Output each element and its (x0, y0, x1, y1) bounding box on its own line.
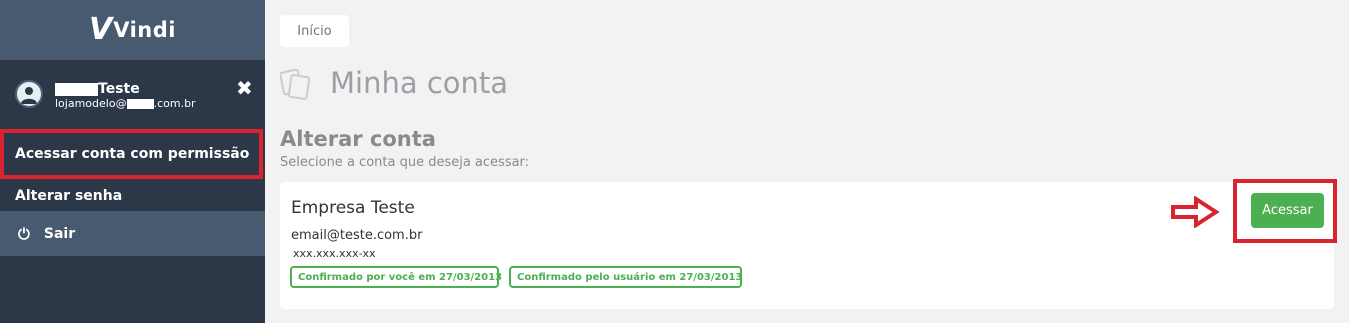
sidebar-item-label: Acessar conta com permissão (15, 146, 250, 162)
sidebar: V Vindi Teste lojamodelo@ .com.br ✖ Aces… (0, 0, 265, 323)
status-badge: Confirmado por você em 27/03/2013 (290, 266, 502, 288)
section-subtitle: Selecione a conta que deseja acessar: (280, 155, 530, 170)
account-document: xxx.xxx.xxx-xx (293, 247, 376, 260)
user-name: Teste (55, 81, 140, 97)
redacted-name (55, 82, 98, 96)
account-email: email@teste.com.br (291, 228, 423, 243)
redacted-domain (126, 98, 154, 109)
close-icon[interactable]: ✖ (236, 76, 253, 100)
sidebar-item-label: Alterar senha (15, 188, 123, 204)
company-name: Empresa Teste (291, 198, 415, 218)
user-profile: Teste lojamodelo@ .com.br ✖ (0, 60, 265, 127)
section-title: Alterar conta (280, 127, 436, 151)
arrow-right-icon (1170, 195, 1220, 232)
user-email-prefix: lojamodelo@ (55, 97, 127, 110)
sidebar-item-change-password[interactable]: Alterar senha (0, 182, 265, 210)
access-button[interactable]: Acessar (1251, 193, 1324, 228)
sidebar-item-label: Sair (43, 225, 76, 242)
sidebar-item-logout[interactable]: ⏻ Sair (0, 211, 265, 256)
pages-icon (279, 67, 314, 105)
logo[interactable]: V Vindi (0, 0, 265, 60)
power-icon: ⏻ (18, 224, 30, 243)
user-avatar-icon (15, 80, 43, 108)
page-title: Minha conta (330, 66, 509, 100)
sidebar-item-access-permission[interactable]: Acessar conta com permissão (0, 129, 263, 179)
status-badge: Confirmado pelo usuário em 27/03/2013 (509, 266, 742, 288)
user-name-text: Teste (98, 81, 140, 97)
logo-text: Vindi (113, 18, 176, 42)
breadcrumb-home[interactable]: Início (280, 15, 349, 47)
logo-mark: V (89, 12, 113, 47)
user-email-suffix: .com.br (153, 97, 196, 110)
user-email: lojamodelo@ .com.br (55, 97, 196, 110)
